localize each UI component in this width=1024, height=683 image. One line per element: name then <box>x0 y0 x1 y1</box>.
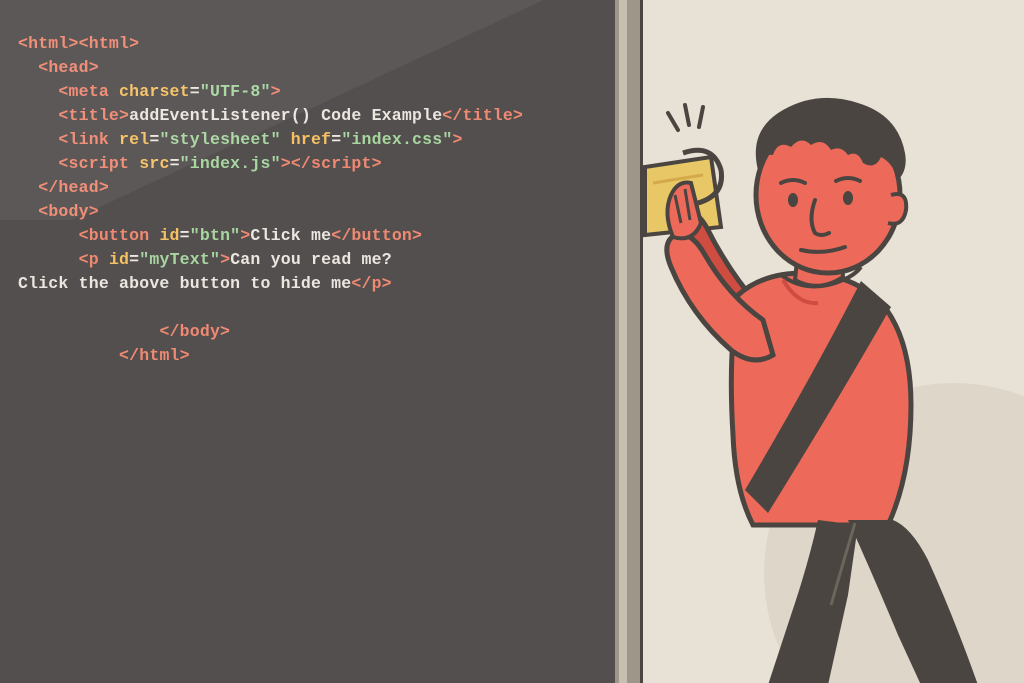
code-line-2: <head> <box>18 56 615 80</box>
illustration-panel <box>615 0 1024 683</box>
tag-p-close: </p> <box>351 274 391 293</box>
tag-button-open: <button <box>79 226 150 245</box>
tag-title-open: <title> <box>58 106 129 125</box>
code-line-8: <body> <box>18 200 615 224</box>
attr-rel: rel <box>109 130 149 149</box>
attr-charset: charset <box>109 82 190 101</box>
code-line-7: </head> <box>18 176 615 200</box>
button-text: Click me <box>250 226 331 245</box>
tag-head-close: </head> <box>38 178 109 197</box>
ear <box>888 194 906 224</box>
code-line-4: <title>addEventListener() Code Example</… <box>18 104 615 128</box>
code-line-12: </body> <box>18 320 615 344</box>
attr-id-mytext: id <box>99 250 129 269</box>
code-line-13: </html> <box>18 344 615 368</box>
code-line-5: <link rel="stylesheet" href="index.css"> <box>18 128 615 152</box>
tag-html-open: <html> <box>18 34 79 53</box>
tag-html-close: </html> <box>119 346 190 365</box>
sound-lines-icon <box>668 105 703 130</box>
code-line-blank <box>18 296 615 320</box>
val-btn: "btn" <box>190 226 241 245</box>
code-line-3: <meta charset="UTF-8"> <box>18 80 615 104</box>
leg-front <box>848 520 978 683</box>
code-line-11: Click the above button to hide me</p> <box>18 272 615 296</box>
code-line-10: <p id="myText">Can you read me? <box>18 248 615 272</box>
leg-back <box>768 520 858 683</box>
p-text-2: Click the above button to hide me <box>18 274 351 293</box>
val-indexcss: "index.css" <box>341 130 452 149</box>
attr-href: href <box>281 130 332 149</box>
tag-body-open: <body> <box>38 202 99 221</box>
code-line-1: <html><html> <box>18 32 615 56</box>
val-utf8: "UTF-8" <box>200 82 271 101</box>
tag-title-close: </title> <box>442 106 523 125</box>
person-listening-illustration <box>643 95 1023 683</box>
tag-body-close: </body> <box>159 322 230 341</box>
code-line-6: <script src="index.js"></script> <box>18 152 615 176</box>
attr-src: src <box>129 154 169 173</box>
tag-script-open: <script <box>58 154 129 173</box>
val-mytext: "myText" <box>139 250 220 269</box>
tag-head-open: <head> <box>38 58 99 77</box>
attr-id-btn: id <box>149 226 179 245</box>
code-line-9: <button id="btn">Click me</button> <box>18 224 615 248</box>
wall-highlight <box>619 0 627 683</box>
tag-script-close: </script> <box>291 154 382 173</box>
tag-link: <link <box>58 130 109 149</box>
p-text-1: Can you read me? <box>230 250 392 269</box>
val-indexjs: "index.js" <box>180 154 281 173</box>
val-stylesheet: "stylesheet" <box>159 130 280 149</box>
title-text: addEventListener() Code Example <box>129 106 442 125</box>
tag-meta: <meta <box>58 82 109 101</box>
code-panel: <html><html> <head> <meta charset="UTF-8… <box>0 0 615 683</box>
tag-html-open-dup: <html> <box>79 34 140 53</box>
tag-button-close: </button> <box>331 226 422 245</box>
tag-p-open: <p <box>79 250 99 269</box>
